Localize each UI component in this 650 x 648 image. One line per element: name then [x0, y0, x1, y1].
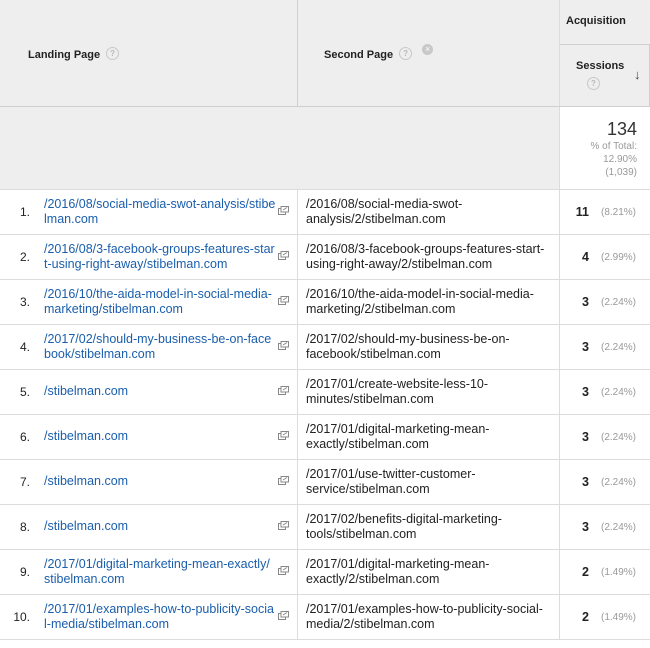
table-row: 4. /2017/02/should-my-business-be-on-face…: [0, 325, 650, 370]
table-row: 5. /stibelman.com/2017/01/create-website-…: [0, 370, 650, 415]
second-page-value: /2017/02/should-my-business-be-on-facebo…: [306, 332, 510, 361]
total-overall-value: (1,039): [605, 167, 637, 178]
open-external-link-icon[interactable]: [278, 566, 289, 575]
landing-page-link[interactable]: /stibelman.com: [44, 519, 276, 534]
second-page-value: /2017/01/examples-how-to-publicity-socia…: [306, 602, 543, 631]
row-number: 9.: [19, 565, 30, 579]
help-icon[interactable]: ?: [399, 47, 413, 61]
acquisition-header-label: Acquisition: [566, 15, 626, 27]
totals-row: [0, 107, 560, 189]
open-external-link-icon[interactable]: [278, 431, 289, 440]
open-external-link-icon[interactable]: [278, 521, 289, 530]
open-external-link-icon[interactable]: [278, 476, 289, 485]
landing-page-link[interactable]: /2016/08/3-facebook-groups-features-star…: [44, 242, 276, 272]
row-number: 1.: [19, 205, 30, 219]
sort-descending-icon[interactable]: ↓: [634, 67, 641, 82]
row-number: 2.: [19, 250, 30, 264]
sessions-percent: (8.21%): [601, 207, 637, 218]
second-page-value: /2016/08/social-media-swot-analysis/2/st…: [306, 197, 463, 226]
help-icon[interactable]: ?: [587, 77, 600, 90]
open-external-link-icon[interactable]: [278, 341, 289, 350]
landing-page-header-label: Landing Page: [28, 49, 101, 61]
row-number: 6.: [19, 430, 30, 444]
second-page-value: /2017/01/digital-marketing-mean-exactly/…: [306, 557, 490, 586]
header-acquisition-group: Acquisition: [560, 0, 650, 44]
column-divider: [297, 189, 298, 639]
second-page-value: /2017/02/benefits-digital-marketing-tool…: [306, 512, 502, 541]
open-external-link-icon[interactable]: [278, 611, 289, 620]
total-sessions-value: 134: [606, 119, 637, 139]
sessions-percent: (1.49%): [601, 567, 637, 578]
row-number: 7.: [19, 475, 30, 489]
sessions-value: 3: [582, 430, 589, 444]
help-icon[interactable]: ?: [106, 47, 120, 61]
totals-sessions: 134 % of Total: 12.90% (1,039): [560, 107, 650, 189]
second-page-header-label: Second Page: [324, 49, 394, 61]
sessions-value: 4: [582, 250, 589, 264]
landing-page-link[interactable]: /2017/02/should-my-business-be-on-facebo…: [44, 332, 276, 362]
header-sessions[interactable]: Sessions ? ↓: [560, 45, 650, 106]
header-landing-page[interactable]: Landing Page?: [0, 0, 297, 106]
sessions-percent: (2.24%): [601, 297, 637, 308]
open-external-link-icon[interactable]: [278, 206, 289, 215]
sessions-value: 3: [582, 475, 589, 489]
second-page-value: /2017/01/digital-marketing-mean-exactly/…: [306, 422, 490, 451]
landing-page-link[interactable]: /stibelman.com: [44, 429, 276, 444]
sessions-value: 3: [582, 520, 589, 534]
landing-page-link[interactable]: /2017/01/digital-marketing-mean-exactly/…: [44, 557, 276, 587]
row-divider: [0, 639, 650, 640]
sessions-value: 3: [582, 340, 589, 354]
second-page-value: /2016/10/the-aida-model-in-social-media-…: [306, 287, 534, 316]
table-row: 1. /2016/08/social-media-swot-analysis/st…: [0, 190, 650, 235]
table-row: 8. /stibelman.com/2017/02/benefits-digita…: [0, 505, 650, 550]
landing-page-link[interactable]: /2016/08/social-media-swot-analysis/stib…: [44, 197, 276, 227]
landing-page-link[interactable]: /stibelman.com: [44, 384, 276, 399]
sessions-percent: (2.24%): [601, 387, 637, 398]
sessions-value: 11: [575, 205, 589, 219]
landing-page-link[interactable]: /2017/01/examples-how-to-publicity-socia…: [44, 602, 276, 632]
total-percent-value: 12.90%: [603, 154, 637, 165]
row-number: 3.: [19, 295, 30, 309]
report-table: Landing Page? Second Page? × Acquisition …: [0, 0, 650, 648]
second-page-value: /2017/01/use-twitter-customer-service/st…: [306, 467, 476, 496]
sessions-value: 2: [582, 565, 589, 579]
second-page-value: /2017/01/create-website-less-10-minutes/…: [306, 377, 489, 406]
open-external-link-icon[interactable]: [278, 386, 289, 395]
row-number: 5.: [19, 385, 30, 399]
second-page-value: /2016/08/3-facebook-groups-features-star…: [306, 242, 545, 271]
total-percent-label: % of Total:: [590, 141, 637, 152]
sessions-header-label: Sessions: [576, 60, 625, 72]
row-divider: [0, 189, 650, 190]
table-row: 2. /2016/08/3-facebook-groups-features-st…: [0, 235, 650, 280]
column-divider: [297, 0, 298, 106]
sessions-percent: (2.24%): [601, 522, 637, 533]
sessions-value: 3: [582, 385, 589, 399]
sessions-value: 2: [582, 610, 589, 624]
table-row: 6. /stibelman.com/2017/01/digital-marketi…: [0, 415, 650, 460]
row-number: 8.: [19, 520, 30, 534]
sessions-percent: (2.24%): [601, 477, 637, 488]
row-divider: [0, 106, 650, 107]
table-row: 10. /2017/01/examples-how-to-publicity-so…: [0, 595, 650, 640]
landing-page-link[interactable]: /2016/10/the-aida-model-in-social-media-…: [44, 287, 276, 317]
row-number: 4.: [19, 340, 30, 354]
open-external-link-icon[interactable]: [278, 296, 289, 305]
sessions-percent: (2.24%): [601, 432, 637, 443]
remove-dimension-icon[interactable]: ×: [422, 44, 434, 56]
sessions-percent: (2.24%): [601, 342, 637, 353]
header-second-page[interactable]: Second Page? ×: [298, 0, 559, 106]
table-row: 3. /2016/10/the-aida-model-in-social-medi…: [0, 280, 650, 325]
table-row: 9. /2017/01/digital-marketing-mean-exactl…: [0, 550, 650, 595]
landing-page-link[interactable]: /stibelman.com: [44, 474, 276, 489]
sessions-percent: (2.99%): [601, 252, 637, 263]
column-divider: [559, 0, 560, 639]
open-external-link-icon[interactable]: [278, 251, 289, 260]
row-number: 10.: [13, 610, 30, 624]
row-divider: [560, 44, 650, 45]
table-row: 7. /stibelman.com/2017/01/use-twitter-cus…: [0, 460, 650, 505]
sessions-percent: (1.49%): [601, 612, 637, 623]
sessions-value: 3: [582, 295, 589, 309]
